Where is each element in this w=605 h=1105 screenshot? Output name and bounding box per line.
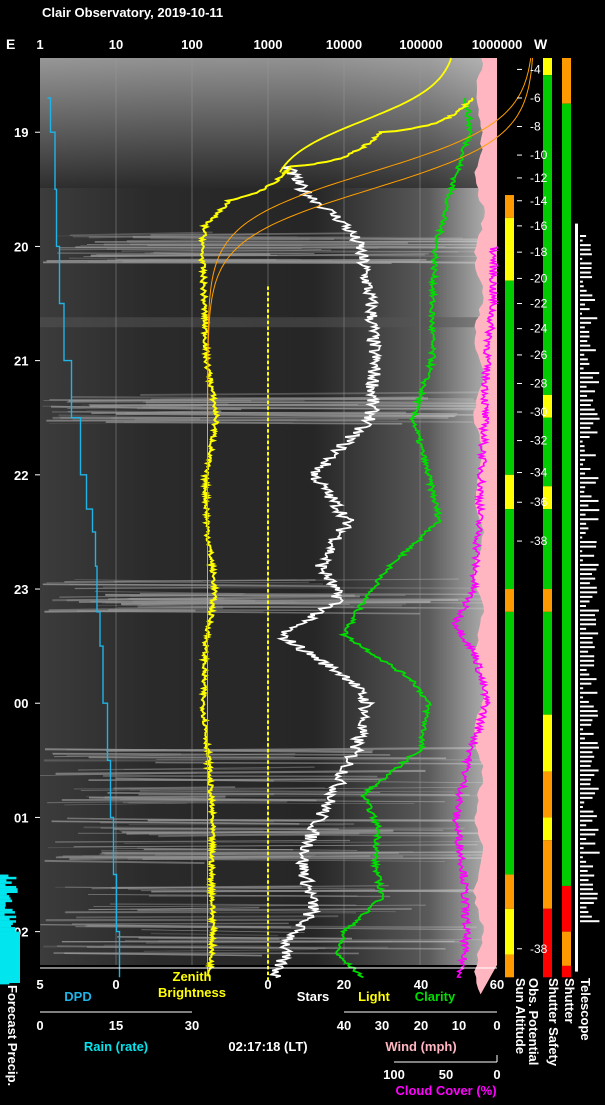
time-tick-label: 00 (14, 696, 28, 711)
sun-altitude-tick: -10 (530, 148, 548, 162)
forecast-precip-label: Forecast Precip. (5, 985, 20, 1086)
wind-tick: 10 (452, 1018, 466, 1033)
status-bar-label: Shutter (562, 978, 577, 1024)
cloud-cover-tick: 0 (493, 1067, 500, 1082)
time-tick-label: 23 (14, 582, 28, 597)
sun-altitude-tick: -24 (530, 322, 548, 336)
stars-light-tick: 60 (490, 977, 504, 992)
sun-altitude-tick: -14 (530, 194, 548, 208)
rain-tick: 15 (109, 1018, 123, 1033)
sun-altitude-tick: -6 (530, 91, 541, 105)
west-label: W (534, 36, 548, 52)
sun-altitude-tick: -20 (530, 271, 548, 285)
sun-altitude-tick: -28 (530, 376, 548, 390)
time-tick-label: 20 (14, 239, 28, 254)
top-log-tick: 10 (109, 37, 123, 52)
clarity-label: Clarity (415, 989, 456, 1004)
sun-altitude-tick: -36 (530, 495, 548, 509)
top-log-tick: 100000 (399, 37, 442, 52)
chart-title: Clair Observatory, 2019-10-11 (42, 5, 223, 20)
east-label: E (6, 36, 15, 52)
wind-tick: 20 (414, 1018, 428, 1033)
cloud-cover-tick: 100 (383, 1067, 405, 1082)
sun-altitude-tick: -16 (530, 219, 548, 233)
stars-label: Stars (297, 989, 330, 1004)
observatory-chart: -4 -6 -8 -10 -12 -14 -16 -18 -20 -22 -24 -26 -28 -30 -… (0, 5, 600, 1098)
top-log-tick: 1 (36, 37, 43, 52)
shutter-safety-bar (562, 58, 571, 978)
time-tick-label: 21 (14, 354, 28, 369)
wind-label: Wind (mph) (385, 1039, 456, 1054)
sun-altitude-tick: -8 (530, 120, 541, 134)
time-tick-label: 22 (14, 468, 28, 483)
sun-altitude-tick: -12 (530, 171, 548, 185)
time-tick-label: 01 (14, 810, 28, 825)
sun-altitude-tick: -26 (530, 348, 548, 362)
sun-altitude-tick: -30 (530, 405, 548, 419)
rain-tick: 30 (185, 1018, 199, 1033)
sun-altitude-tick: -18 (530, 245, 548, 259)
dpd-tick: 0 (112, 977, 119, 992)
dpd-tick: 5 (36, 977, 43, 992)
sun-altitude-tick: -34 (530, 466, 548, 480)
top-log-tick: 100 (181, 37, 203, 52)
top-log-tick: 1000 (254, 37, 283, 52)
zenith-label-2: Brightness (158, 985, 226, 1000)
top-log-tick: 1000000 (472, 37, 523, 52)
top-log-tick: 10000 (326, 37, 362, 52)
rain-tick: 0 (36, 1018, 43, 1033)
sun-altitude-tick: -4 (530, 62, 541, 76)
stars-light-tick: 0 (264, 977, 271, 992)
status-bar-label: Telescope (578, 978, 593, 1041)
shutter-telescope-bars (575, 223, 600, 972)
twilight-glow (40, 58, 497, 188)
wind-tick: 0 (493, 1018, 500, 1033)
timestamp: 02:17:18 (LT) (228, 1039, 307, 1054)
sun-altitude-tick: -38 (530, 534, 548, 548)
wind-tick: 40 (337, 1018, 351, 1033)
status-bar-label: Sun Altitude (513, 978, 528, 1054)
rain-label: Rain (rate) (84, 1039, 148, 1054)
time-tick-label: 19 (14, 125, 28, 140)
sun-altitude-tick: -32 (530, 434, 548, 448)
cloud-cover-label: Cloud Cover (%) (395, 1083, 496, 1098)
status-bar-label: Shutter Safety (546, 978, 561, 1067)
dpd-label: DPD (64, 989, 91, 1004)
zenith-label-1: Zenith (173, 969, 212, 984)
stars-light-tick: 20 (337, 977, 351, 992)
sun-altitude-tick: -38 (530, 942, 548, 956)
cloud-cover-tick: 50 (439, 1067, 453, 1082)
light-label: Light (358, 989, 390, 1004)
wind-tick: 30 (375, 1018, 389, 1033)
sun-altitude-tick: -22 (530, 297, 548, 311)
sun-altitude-bar (505, 195, 514, 978)
status-bar-label: Obs. Potential (526, 978, 541, 1065)
